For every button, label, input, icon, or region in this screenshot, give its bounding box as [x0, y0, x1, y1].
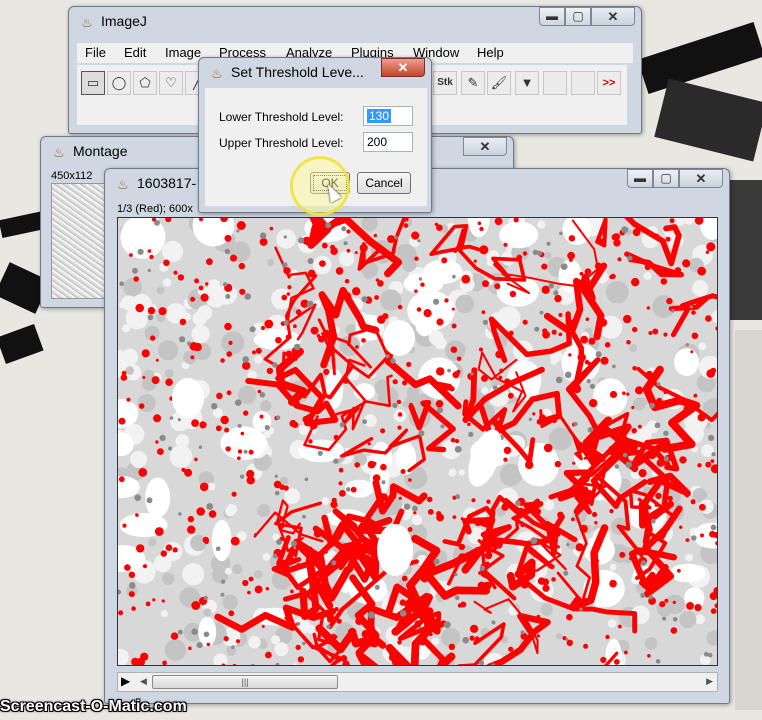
montage-info: 450x112 [51, 170, 93, 182]
lower-threshold-value: 130 [367, 109, 392, 123]
brush-tool-icon[interactable]: 🖌 [487, 71, 511, 95]
imagej-close-button[interactable]: ✕ [591, 7, 635, 26]
polygon-tool-icon[interactable]: ⬠ [133, 71, 157, 95]
threshold-dialog-icon: ♨ [211, 66, 223, 81]
rectangle-tool-icon[interactable]: ▭ [81, 71, 105, 95]
imagej-app-icon: ♨ [81, 15, 93, 30]
scroll-right-arrow-icon[interactable]: ▶ [706, 676, 713, 687]
imagej-titlebar[interactable]: ♨ ImageJ ▬ ▢ ✕ [69, 7, 641, 37]
montage-image[interactable] [51, 183, 111, 299]
thresholded-image-canvas[interactable] [117, 217, 718, 666]
menu-help[interactable]: Help [477, 45, 504, 60]
menu-file[interactable]: File [85, 45, 106, 60]
imagej-maximize-button[interactable]: ▢ [565, 7, 591, 26]
threshold-dialog-titlebar[interactable]: ♨ Set Threshold Leve... ✕ [199, 58, 431, 88]
threshold-dialog-close-button[interactable]: ✕ [381, 58, 425, 77]
oval-tool-icon[interactable]: ◯ [107, 71, 131, 95]
watermark: Screencast-O-Matic.com [0, 698, 187, 715]
stack-slice-scrollbar[interactable]: ▶ ◀ ||| ▶ [117, 672, 718, 692]
image-window: ♨ 1603817- ▬ ▢ ✕ 1/3 (Red); 600x ▶ ◀ |||… [104, 168, 730, 704]
montage-close-button[interactable]: ✕ [463, 137, 507, 156]
freehand-tool-icon[interactable]: ♡ [159, 71, 183, 95]
pencil-tool-icon[interactable]: ✎ [461, 71, 485, 95]
menu-edit[interactable]: Edit [124, 45, 146, 60]
image-title: 1603817- [137, 175, 197, 191]
cancel-button[interactable]: Cancel [357, 172, 411, 194]
imagej-title: ImageJ [101, 13, 147, 29]
scroll-left-arrow-icon[interactable]: ◀ [140, 676, 147, 687]
upper-threshold-label: Upper Threshold Level: [219, 136, 344, 150]
image-maximize-button[interactable]: ▢ [653, 169, 679, 188]
threshold-overlay [118, 218, 717, 665]
play-icon[interactable]: ▶ [121, 674, 130, 688]
scroll-thumb[interactable]: ||| [152, 675, 338, 689]
menu-image[interactable]: Image [165, 45, 201, 60]
lower-threshold-input[interactable]: 130 [363, 106, 413, 126]
imagej-minimize-button[interactable]: ▬ [539, 7, 565, 26]
threshold-dialog-title: Set Threshold Leve... [231, 64, 364, 80]
montage-app-icon: ♨ [53, 145, 65, 160]
stk-tool-icon[interactable]: Stk [433, 71, 457, 95]
more-tools-icon[interactable]: >> [597, 71, 621, 95]
image-info: 1/3 (Red); 600x [117, 203, 193, 215]
lower-threshold-label: Lower Threshold Level: [219, 110, 344, 124]
empty-tool-slot-icon[interactable] [571, 71, 595, 95]
image-close-button[interactable]: ✕ [679, 169, 723, 188]
image-minimize-button[interactable]: ▬ [627, 169, 653, 188]
click-highlight [290, 156, 350, 216]
empty-tool-slot-icon[interactable] [543, 71, 567, 95]
montage-title: Montage [73, 143, 128, 159]
flood-fill-tool-icon[interactable]: ▼ [515, 71, 539, 95]
image-app-icon: ♨ [117, 177, 129, 192]
upper-threshold-input[interactable]: 200 [363, 132, 413, 152]
